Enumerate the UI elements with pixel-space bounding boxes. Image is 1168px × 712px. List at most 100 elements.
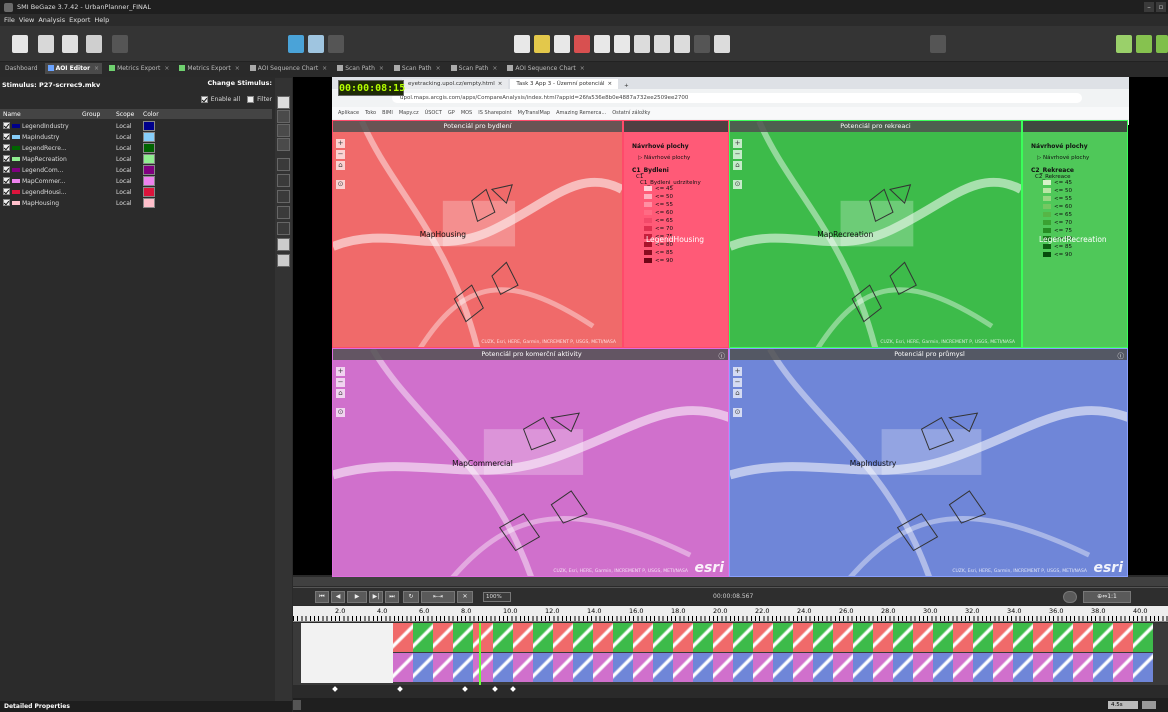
video-frame-thumbnail[interactable] — [573, 623, 593, 652]
home-icon[interactable]: ⌂ — [733, 161, 742, 170]
timeline-thumbnails[interactable] — [293, 623, 1168, 685]
map-quadrant[interactable]: Potenciál pro bydleníⓘ+−⌂⊙MapHousingCUZK… — [332, 120, 729, 348]
video-frame-thumbnail[interactable] — [953, 653, 973, 682]
menu-analysis[interactable]: Analysis — [38, 16, 65, 24]
step-forward-icon[interactable]: ▶| — [369, 591, 383, 603]
tab-metrics-export-2[interactable]: Metrics Export × — [176, 63, 242, 74]
zoom-slider-icon[interactable] — [1063, 591, 1077, 603]
aoi-enable-checkbox[interactable] — [3, 166, 10, 173]
close-icon[interactable]: ✕ — [457, 591, 473, 603]
metrics-export-icon[interactable] — [714, 35, 730, 53]
map-quadrant[interactable]: Potenciál pro komerční aktivity ⓘ + − ⌂ ⊙ MapC… — [332, 348, 729, 577]
video-frame-thumbnail[interactable] — [853, 623, 873, 652]
loop-icon[interactable]: ↻ — [403, 591, 419, 603]
import-icon[interactable] — [288, 35, 304, 53]
zoom-in-icon[interactable]: + — [336, 367, 345, 376]
zoom-in-icon[interactable]: + — [733, 139, 742, 148]
column-group[interactable]: Group — [82, 111, 100, 118]
column-color[interactable]: Color — [143, 111, 159, 118]
focus-map-icon[interactable] — [534, 35, 550, 53]
video-frame-thumbnail[interactable] — [673, 623, 693, 652]
close-icon[interactable]: × — [164, 65, 169, 72]
video-frame-thumbnail[interactable] — [413, 623, 433, 652]
sequence-chart-icon[interactable] — [654, 35, 670, 53]
video-frame-thumbnail[interactable] — [753, 653, 773, 682]
bookmark-item[interactable]: Aplikace — [338, 110, 359, 116]
print-aoi-icon[interactable] — [277, 254, 290, 267]
close-icon[interactable]: × — [235, 65, 240, 72]
video-frame-thumbnail[interactable] — [573, 653, 593, 682]
video-frame-thumbnail[interactable] — [813, 623, 833, 652]
video-frame-thumbnail[interactable] — [553, 653, 573, 682]
info-icon[interactable]: ⓘ — [719, 350, 726, 360]
tab-aoi-editor[interactable]: AOI Editor × — [44, 62, 103, 74]
video-frame-thumbnail[interactable] — [593, 653, 613, 682]
bookmark-item[interactable]: Amazing Remerca... — [556, 110, 606, 116]
comment-icon[interactable] — [930, 35, 946, 53]
video-frame-thumbnail[interactable] — [1073, 653, 1093, 682]
video-frame-thumbnail[interactable] — [613, 623, 633, 652]
print-icon[interactable] — [86, 35, 102, 53]
video-frame-thumbnail[interactable] — [833, 653, 853, 682]
video-frame-thumbnail[interactable] — [453, 623, 473, 652]
video-frame-thumbnail[interactable] — [1033, 623, 1053, 652]
video-frame-thumbnail[interactable] — [553, 623, 573, 652]
scroll-left-icon[interactable] — [293, 700, 301, 710]
export-icon[interactable] — [112, 35, 128, 53]
video-frame-thumbnail[interactable] — [993, 653, 1013, 682]
range-icon[interactable]: ⇤⇥ — [421, 591, 455, 603]
export-statistics-icon[interactable] — [1156, 35, 1168, 53]
event-statistics-icon[interactable] — [1116, 35, 1132, 53]
zoom-in-icon[interactable]: + — [733, 367, 742, 376]
restore-button[interactable]: ▫ — [1156, 2, 1166, 12]
aoi-color-cell[interactable] — [143, 187, 155, 197]
video-frame-thumbnail[interactable] — [653, 623, 673, 652]
new-file-icon[interactable] — [12, 35, 28, 53]
video-frame-thumbnail[interactable] — [653, 653, 673, 682]
video-frame-thumbnail[interactable] — [473, 653, 493, 682]
event-marker[interactable] — [510, 686, 516, 692]
address-bar[interactable]: upol.maps.arcgis.com/apps/CompareAnalysi… — [392, 93, 1082, 103]
video-frame-thumbnail[interactable] — [1133, 623, 1153, 652]
close-icon[interactable]: × — [580, 65, 585, 72]
aoi-enable-checkbox[interactable] — [3, 155, 10, 162]
video-frame-thumbnail[interactable] — [953, 623, 973, 652]
close-icon[interactable]: × — [436, 65, 441, 72]
video-frame-thumbnail[interactable] — [593, 623, 613, 652]
scale-select[interactable]: 4.5s — [1108, 701, 1138, 709]
home-icon[interactable]: ⌂ — [336, 389, 345, 398]
menu-view[interactable]: View — [19, 16, 34, 24]
aoi-color-cell[interactable] — [143, 121, 155, 131]
video-frame-thumbnail[interactable] — [853, 653, 873, 682]
video-frame-thumbnail[interactable] — [973, 623, 993, 652]
video-frame-thumbnail[interactable] — [813, 653, 833, 682]
home-icon[interactable]: ⌂ — [336, 161, 345, 170]
aoi-enable-checkbox[interactable] — [3, 188, 10, 195]
tab-scan-path-3[interactable]: Scan Path × — [448, 63, 501, 74]
video-frame-thumbnail[interactable] — [1053, 653, 1073, 682]
video-frame-thumbnail[interactable] — [893, 653, 913, 682]
ellipse-tool-icon[interactable] — [277, 124, 290, 137]
video-frame-thumbnail[interactable] — [513, 653, 533, 682]
video-frame-thumbnail[interactable] — [453, 653, 473, 682]
close-icon[interactable]: × — [322, 65, 327, 72]
video-frame-thumbnail[interactable] — [753, 623, 773, 652]
key-performance-icon[interactable] — [614, 35, 630, 53]
aoi-color-cell[interactable] — [143, 132, 155, 142]
aoi-row[interactable]: LegendCom... Local — [0, 165, 272, 175]
save-icon[interactable] — [62, 35, 78, 53]
intro-frame-thumbnail[interactable] — [301, 623, 393, 683]
info-icon[interactable]: ⓘ — [1118, 350, 1125, 360]
legend-panel[interactable]: Návrhové plochy ▷ Návrhové plochy C2_Rekre… — [1021, 121, 1127, 347]
key-frame-icon[interactable] — [277, 206, 290, 219]
video-frame-thumbnail[interactable] — [793, 623, 813, 652]
aoi-color-cell[interactable] — [143, 154, 155, 164]
bookmark-item[interactable]: ÚSOCT — [425, 110, 442, 116]
video-frame-thumbnail[interactable] — [393, 623, 413, 652]
browser-tab-2[interactable]: Task 3 App 3 - Územní potenciál × — [510, 79, 619, 89]
timeline-scrollbar[interactable]: 4.5s — [293, 698, 1168, 712]
legend-panel[interactable]: Návrhové plochy ▷ Návrhové plochy C1_Bydle… — [622, 121, 728, 347]
first-frame-icon[interactable]: ⏮ — [315, 591, 329, 603]
aoi-color-cell[interactable] — [143, 165, 155, 175]
line-graph-icon[interactable] — [694, 35, 710, 53]
